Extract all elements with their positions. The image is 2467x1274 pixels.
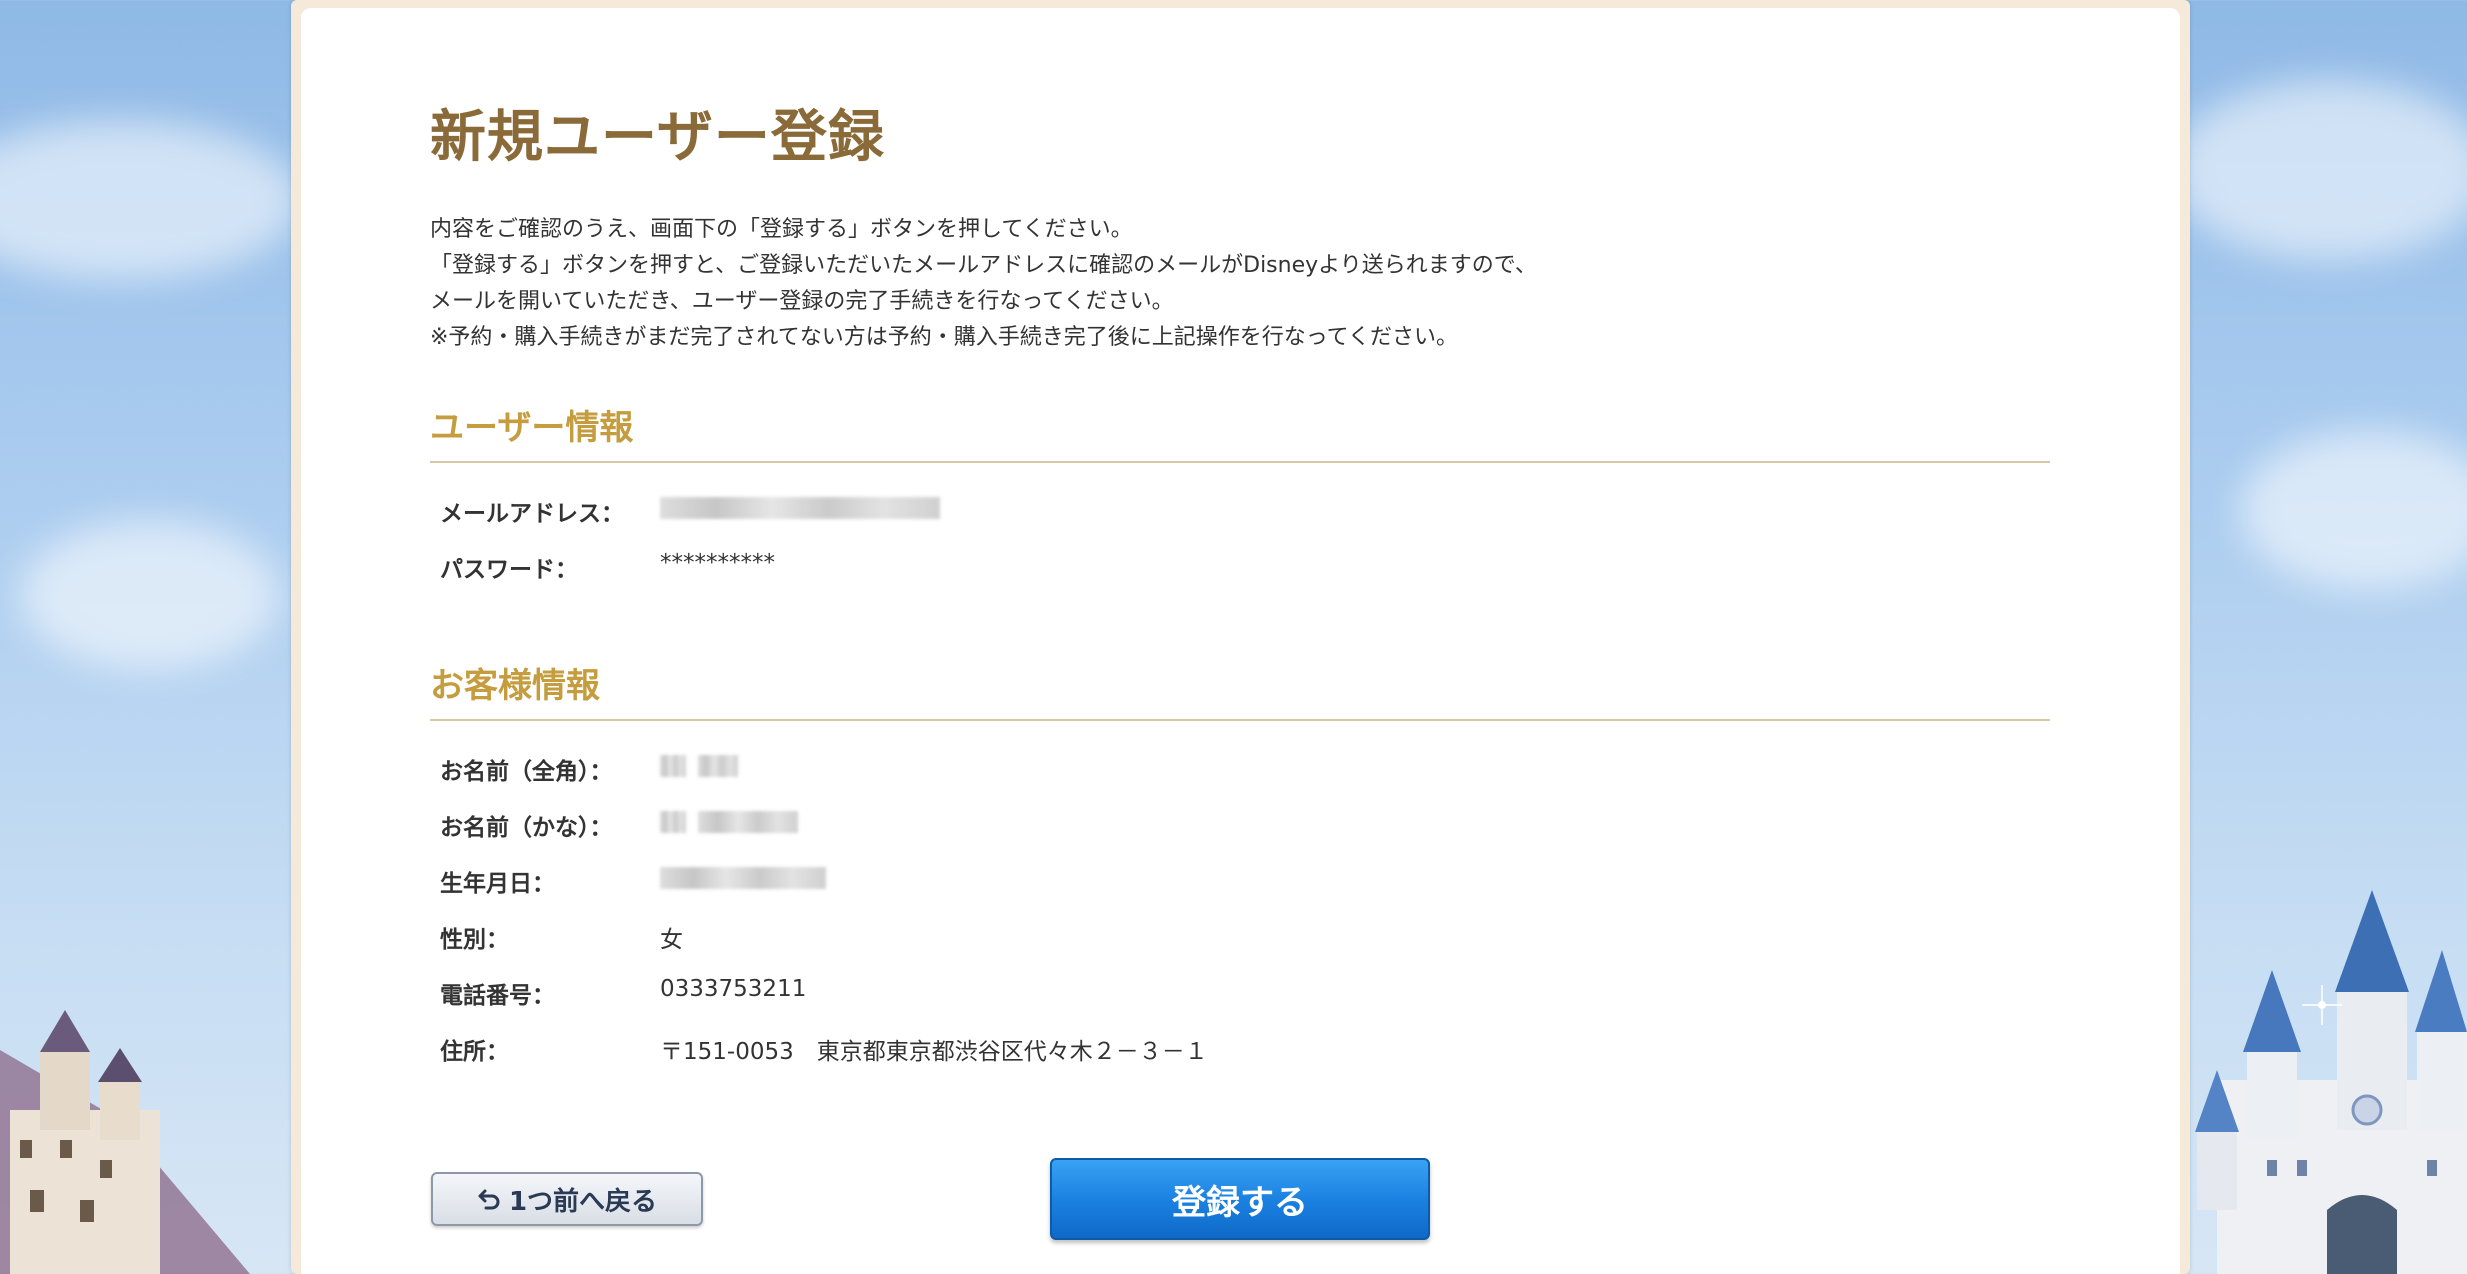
name-full-label: お名前（全角）：	[440, 759, 613, 785]
phone-value: 0333753211	[660, 976, 807, 1002]
birthdate-value-redacted	[660, 864, 838, 890]
password-label: パスワード：	[440, 557, 578, 583]
name-kana-value-redacted	[660, 808, 810, 834]
section-divider	[430, 461, 2050, 463]
gender-label: 性別：	[440, 927, 509, 953]
name-full-value-redacted	[660, 752, 750, 778]
gender-value: 女	[660, 927, 683, 953]
address-value: 〒151-0053 東京都東京都渋谷区代々木２－３－１	[660, 1039, 1208, 1065]
email-label: メールアドレス：	[440, 501, 624, 527]
main-panel	[291, 0, 2190, 1274]
section-divider	[430, 719, 2050, 721]
background-cloud	[2240, 430, 2467, 590]
section-heading-user-info: ユーザー情報	[430, 408, 634, 448]
intro-text: 内容をご確認のうえ、画面下の「登録する」ボタンを押してください。 「登録する」ボ…	[430, 212, 1830, 356]
castle-illustration-right	[2195, 890, 2467, 1274]
background-cloud	[2170, 80, 2467, 260]
page-title: 新規ユーザー登録	[430, 104, 885, 170]
section-heading-customer-info: お客様情報	[430, 666, 600, 706]
castle-illustration-left	[0, 1010, 250, 1274]
register-submit-label: 登録する	[1172, 1182, 1308, 1223]
background-cloud	[0, 120, 300, 280]
address-label: 住所：	[440, 1039, 509, 1065]
name-kana-label: お名前（かな）：	[440, 815, 613, 841]
password-value: **********	[660, 550, 775, 576]
phone-label: 電話番号：	[440, 983, 555, 1009]
register-submit-button[interactable]: 登録する	[1050, 1158, 1430, 1240]
intro-line: メールを開いていただき、ユーザー登録の完了手続きを行なってください。	[430, 289, 1174, 314]
intro-line: 「登録する」ボタンを押すと、ご登録いただいたメールアドレスに確認のメールがDis…	[430, 253, 1537, 278]
background-cloud	[20, 520, 280, 670]
back-button[interactable]: 1つ前へ戻る	[431, 1172, 703, 1226]
undo-arrow-icon	[478, 1189, 500, 1210]
intro-line: ※予約・購入手続きがまだ完了されてない方は予約・購入手続き完了後に上記操作を行な…	[430, 325, 1459, 350]
email-value-redacted	[660, 494, 952, 520]
birthdate-label: 生年月日：	[440, 871, 555, 897]
main-panel-content	[301, 8, 2180, 1274]
back-button-label: 1つ前へ戻る	[508, 1186, 658, 1217]
intro-line: 内容をご確認のうえ、画面下の「登録する」ボタンを押してください。	[430, 217, 1133, 242]
